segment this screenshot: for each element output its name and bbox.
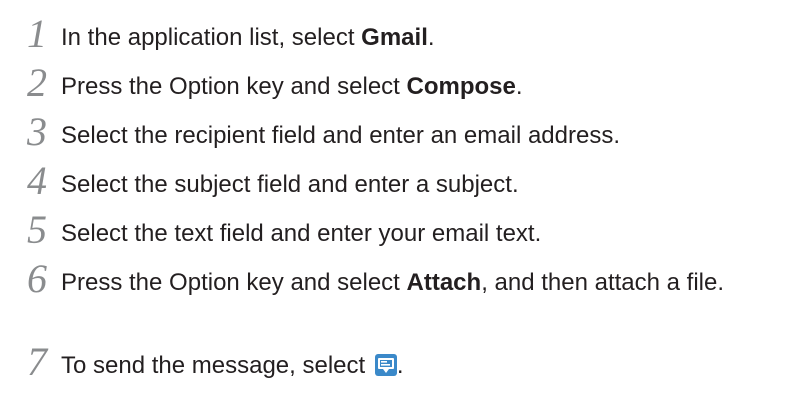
step-text: Press the Option key and select Attach, … <box>61 269 725 296</box>
step-number: 7 <box>27 339 47 384</box>
step-text: Select the subject field and enter a sub… <box>61 171 519 198</box>
step-number: 4 <box>27 158 47 203</box>
step-number: 6 <box>27 256 47 301</box>
step-number: 5 <box>27 207 47 252</box>
menu-term: Compose <box>406 73 516 100</box>
step-text: In the application list, select Gmail. <box>61 24 435 51</box>
step-text: Select the text field and enter your ema… <box>61 220 542 247</box>
step-text: Select the recipient field and enter an … <box>61 122 620 149</box>
send-message-icon <box>374 354 397 376</box>
step-number: 1 <box>27 11 47 56</box>
menu-term: Gmail <box>361 24 428 51</box>
step-text: To send the message, select . <box>61 352 404 379</box>
step-text: Press the Option key and select Compose. <box>61 73 523 100</box>
step-number: 2 <box>27 60 47 105</box>
instruction-steps: 1 In the application list, select Gmail.… <box>0 0 811 397</box>
step-number: 3 <box>27 109 47 154</box>
menu-term: Attach <box>406 269 482 296</box>
